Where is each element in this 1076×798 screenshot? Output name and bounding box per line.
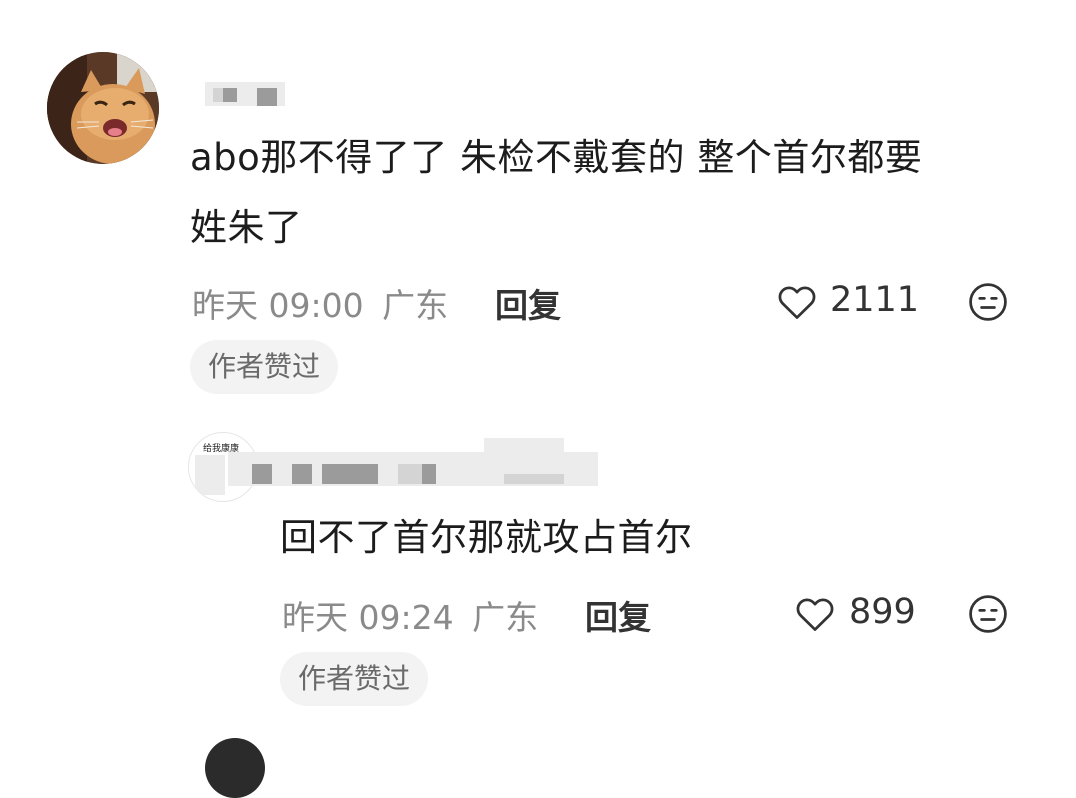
username-censored[interactable] bbox=[228, 438, 598, 488]
author-liked-badge: 作者赞过 bbox=[280, 652, 429, 706]
meh-face-icon[interactable] bbox=[966, 280, 1010, 324]
cat-avatar-image bbox=[47, 52, 159, 164]
comment-location: 广东 bbox=[472, 598, 539, 637]
heart-outline-icon[interactable] bbox=[775, 280, 819, 324]
comment-time: 昨天 09:00 bbox=[192, 286, 364, 325]
comment-meta: 昨天 09:00 广东 bbox=[192, 279, 448, 327]
reply-button[interactable]: 回复 bbox=[495, 279, 561, 327]
like-count: 2111 bbox=[830, 280, 920, 320]
comment-meta: 昨天 09:24 广东 bbox=[282, 591, 538, 639]
author-liked-badge: 作者赞过 bbox=[190, 340, 339, 394]
avatar[interactable] bbox=[205, 738, 265, 798]
comment-time: 昨天 09:24 bbox=[282, 598, 454, 637]
reply-button[interactable]: 回复 bbox=[585, 591, 651, 639]
heart-outline-icon[interactable] bbox=[793, 592, 837, 636]
comment-text-line: 姓朱了 bbox=[190, 206, 303, 249]
username-censored[interactable] bbox=[205, 82, 285, 106]
comment-text: 回不了首尔那就攻占首尔 bbox=[280, 516, 693, 559]
like-count: 899 bbox=[849, 592, 916, 632]
meh-face-icon[interactable] bbox=[966, 592, 1010, 636]
comment-text-line: abo那不得了了 朱检不戴套的 整个首尔都要 bbox=[190, 136, 923, 179]
comment-location: 广东 bbox=[382, 286, 449, 325]
avatar[interactable] bbox=[47, 52, 159, 164]
comment-text: abo那不得了了 朱检不戴套的 整个首尔都要 姓朱了 bbox=[190, 128, 922, 258]
